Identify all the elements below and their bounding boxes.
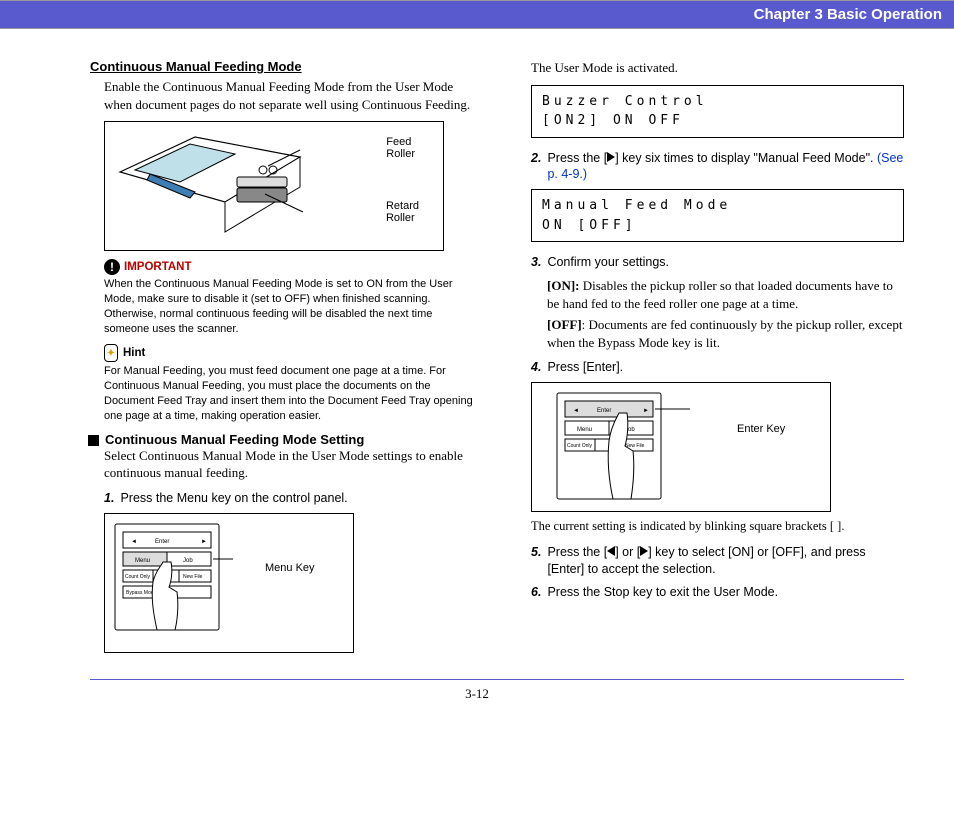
setting-title: Continuous Manual Feeding Mode Setting <box>105 432 364 447</box>
control-panel-svg-1: ◄ Enter ► Menu Job Count Only New File B… <box>113 522 233 632</box>
svg-text:Enter: Enter <box>155 539 169 545</box>
step-2-num: 2. <box>531 150 541 184</box>
scanner-illustration <box>115 132 305 242</box>
roller-figure: Feed Roller Retard Roller <box>104 121 444 251</box>
important-icon: ! <box>104 259 120 275</box>
user-mode-active: The User Mode is activated. <box>531 59 904 77</box>
mode-intro: Enable the Continuous Manual Feeding Mod… <box>104 78 477 113</box>
step-5: 5. Press the [] or [] key to select [ON]… <box>531 544 904 578</box>
chapter-header: Chapter 3 Basic Operation <box>0 0 954 29</box>
important-label: IMPORTANT <box>124 261 192 273</box>
hint-text: For Manual Feeding, you must feed docume… <box>104 364 477 423</box>
lcd1-line2: [ON2] ON OFF <box>542 111 893 131</box>
svg-text:◄: ◄ <box>131 539 137 545</box>
step-4-text: Press [Enter]. <box>547 359 623 376</box>
svg-text:Count Only: Count Only <box>567 443 593 449</box>
hint-row: ✦ Hint <box>104 344 477 362</box>
enter-key-label: Enter Key <box>737 423 785 435</box>
control-panel-figure-1: ◄ Enter ► Menu Job Count Only New File B… <box>104 513 354 653</box>
setting-heading: Continuous Manual Feeding Mode Setting <box>88 432 477 447</box>
menu-key-label: Menu Key <box>265 562 315 574</box>
step-1: 1. Press the Menu key on the control pan… <box>104 490 477 507</box>
step-5-text: Press the [] or [] key to select [ON] or… <box>547 544 904 578</box>
step-5-num: 5. <box>531 544 541 578</box>
lcd-manual-feed: Manual Feed Mode ON [OFF] <box>531 189 904 242</box>
hint-label: Hint <box>123 347 145 359</box>
lcd1-line1: Buzzer Control <box>542 92 893 112</box>
step-6-text: Press the Stop key to exit the User Mode… <box>547 584 778 601</box>
step-3: 3. Confirm your settings. <box>531 254 904 271</box>
step-4-caption: The current setting is indicated by blin… <box>531 518 904 534</box>
page-number: 3-12 <box>0 686 954 702</box>
step-3-num: 3. <box>531 254 541 271</box>
svg-text:Job: Job <box>183 558 193 564</box>
step-2: 2. Press the [] key six times to display… <box>531 150 904 184</box>
mode-title: Continuous Manual Feeding Mode <box>90 59 477 74</box>
step-2-text: Press the [] key six times to display "M… <box>547 150 904 184</box>
footer-rule <box>90 679 904 680</box>
important-row: ! IMPORTANT <box>104 259 477 275</box>
important-text: When the Continuous Manual Feeding Mode … <box>104 277 477 336</box>
step-6: 6. Press the Stop key to exit the User M… <box>531 584 904 601</box>
square-bullet-icon <box>88 435 99 446</box>
feed-roller-label: Feed Roller <box>386 136 415 160</box>
step-1-num: 1. <box>104 490 114 507</box>
retard-roller-label: Retard Roller <box>386 200 419 224</box>
svg-text:Count Only: Count Only <box>125 574 151 580</box>
lcd2-line1: Manual Feed Mode <box>542 196 893 216</box>
hint-icon: ✦ <box>104 344 118 362</box>
control-panel-figure-2: ◄ Enter ► Menu Job Count Only New File E… <box>531 382 831 512</box>
left-arrow-icon <box>607 546 615 556</box>
off-desc: [OFF]: Documents are fed continuously by… <box>547 316 904 351</box>
left-column: Continuous Manual Feeding Mode Enable th… <box>90 59 477 659</box>
step-3-text: Confirm your settings. <box>547 254 669 271</box>
right-column: The User Mode is activated. Buzzer Contr… <box>517 59 904 659</box>
step-1-text: Press the Menu key on the control panel. <box>120 490 347 507</box>
setting-intro: Select Continuous Manual Mode in the Use… <box>104 447 477 482</box>
step-4: 4. Press [Enter]. <box>531 359 904 376</box>
lcd2-line2: ON [OFF] <box>542 216 893 236</box>
page-body: Continuous Manual Feeding Mode Enable th… <box>0 29 954 659</box>
control-panel-svg-2: ◄ Enter ► Menu Job Count Only New File <box>540 391 690 501</box>
svg-text:Menu: Menu <box>135 558 150 564</box>
lcd-buzzer: Buzzer Control [ON2] ON OFF <box>531 85 904 138</box>
svg-text:►: ► <box>201 539 207 545</box>
step-6-num: 6. <box>531 584 541 601</box>
svg-text:◄: ◄ <box>573 408 579 414</box>
svg-text:►: ► <box>643 408 649 414</box>
step-4-num: 4. <box>531 359 541 376</box>
right-arrow-icon-2 <box>640 546 648 556</box>
svg-text:Enter: Enter <box>597 408 611 414</box>
svg-text:New File: New File <box>183 574 203 580</box>
right-arrow-icon <box>607 152 615 162</box>
on-desc: [ON]: Disables the pickup roller so that… <box>547 277 904 312</box>
svg-text:Menu: Menu <box>577 427 592 433</box>
